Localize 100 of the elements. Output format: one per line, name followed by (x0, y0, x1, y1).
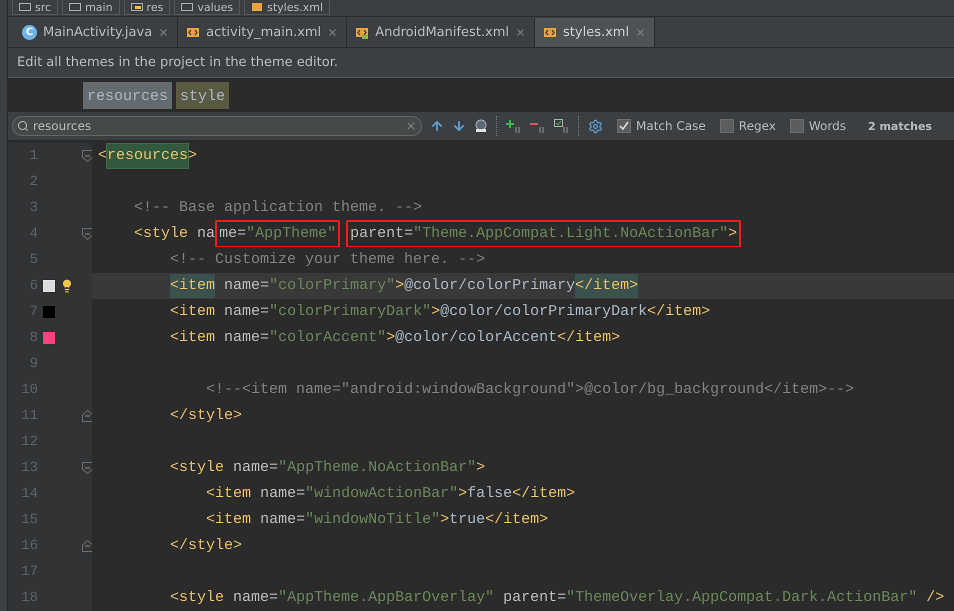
color-swatch[interactable] (43, 280, 55, 292)
code-token: "windowNoTitle" (305, 510, 440, 530)
settings-icon[interactable] (588, 118, 603, 134)
option-checkbox[interactable]: Match Case (617, 119, 706, 134)
class-icon: C (22, 24, 37, 40)
code-token: @color/colorPrimaryDark (440, 302, 648, 322)
checkbox[interactable] (720, 119, 734, 134)
code-token: me= (219, 224, 246, 244)
color-swatch[interactable] (43, 332, 55, 344)
code-token: true (449, 510, 486, 530)
option-checkbox[interactable]: Words (790, 119, 846, 134)
code-token: "colorAccent" (269, 328, 386, 348)
folder-icon (19, 2, 31, 12)
folder-icon (130, 2, 143, 12)
code-comment: <!--<item name="android:windowBackground">@color/bg_background</item>--> (206, 380, 854, 400)
code-token: </style> (170, 536, 242, 556)
code-token: > (188, 146, 198, 166)
breadcrumb-item[interactable]: main (62, 0, 120, 16)
code-token: "Theme.AppCompat.Light.NoActionBar" (413, 224, 728, 244)
option-label: Match Case (636, 119, 706, 134)
code-token: < (98, 146, 108, 166)
code-token: </item> (575, 274, 638, 298)
option-label: Words (808, 119, 846, 134)
code-token: name= (224, 302, 270, 322)
code-token: @color/colorAccent (395, 328, 558, 348)
code-token: <item (206, 484, 252, 504)
code-token: > (431, 302, 440, 322)
xml-file-icon (251, 2, 264, 12)
code-token: <item (170, 274, 216, 298)
code-token: "windowActionBar" (305, 484, 458, 504)
fold-marker-icon[interactable] (82, 410, 93, 422)
code-token: </item> (557, 328, 620, 348)
folder-icon (69, 2, 82, 12)
code-comment: <!-- Customize your theme here. --> (170, 250, 486, 270)
breadcrumb-item[interactable]: res (124, 0, 170, 16)
add-occurrence-icon[interactable] (506, 119, 522, 134)
code-token: <item (170, 302, 216, 322)
code-token: > (458, 484, 468, 504)
close-icon[interactable] (515, 26, 526, 38)
clear-icon[interactable] (405, 120, 417, 132)
code-token: false (467, 484, 512, 504)
close-icon[interactable] (635, 26, 646, 38)
lightbulb-icon[interactable] (60, 279, 74, 293)
checkbox[interactable] (617, 119, 631, 134)
code-token: parent= (503, 588, 566, 608)
xml-file-icon (355, 25, 370, 40)
close-icon[interactable] (327, 26, 338, 38)
code-token: name= (233, 588, 278, 608)
toggle-occurrence-icon[interactable] (554, 119, 570, 134)
code-token: parent= (350, 224, 414, 244)
code-token: </style> (170, 406, 242, 426)
close-icon[interactable] (158, 26, 170, 38)
code-token: > (386, 328, 396, 348)
option-checkbox[interactable]: Regex (720, 119, 776, 134)
option-label: Regex (738, 119, 776, 134)
fold-marker-icon[interactable] (82, 150, 93, 162)
code-token: <style (170, 458, 224, 478)
code-token: "colorPrimaryDark" (269, 302, 432, 322)
code-token: name= (233, 458, 278, 478)
code-token: resources (107, 144, 188, 168)
code-token: <item (206, 510, 252, 530)
code-token: na (197, 224, 216, 244)
xml-file-icon (543, 25, 558, 40)
code-token: <style (170, 588, 224, 608)
fold-marker-icon[interactable] (82, 462, 93, 474)
fold-marker-icon[interactable] (82, 540, 93, 552)
xml-file-icon (186, 25, 200, 40)
checkbox[interactable] (790, 119, 804, 134)
folder-icon (181, 2, 194, 12)
fold-marker-icon[interactable] (82, 228, 93, 240)
search-field[interactable]: resources (33, 119, 401, 134)
code-token: > (395, 276, 404, 296)
search-icon (17, 120, 29, 132)
match-count: 2 matches (868, 120, 932, 133)
editor-tab[interactable]: styles.xml (535, 18, 656, 47)
tag-path-item[interactable]: style (176, 82, 230, 109)
select-all-occurrences-icon[interactable] (474, 119, 488, 134)
code-token: <item (170, 328, 216, 348)
code-token: > (728, 224, 738, 244)
code-token: "AppTheme" (246, 224, 336, 244)
code-token: > (440, 510, 450, 530)
code-token: "ThemeOverlay.AppCompat.Dark.ActionBar" (566, 588, 918, 608)
code-token: name= (224, 276, 270, 296)
code-token: name= (260, 484, 306, 504)
code-token: <style (134, 224, 188, 244)
code-token: name= (224, 328, 270, 348)
color-swatch[interactable] (43, 306, 55, 318)
code-token: </item> (485, 510, 548, 530)
code-token: "AppTheme.NoActionBar" (278, 458, 476, 478)
code-token: > (476, 458, 486, 478)
code-token: "AppTheme.AppBarOverlay" (278, 588, 494, 608)
breadcrumb-item[interactable]: values (174, 0, 240, 16)
theme-editor-banner: Edit all themes in the project in the theme editor. (8, 48, 954, 78)
code-token: "colorPrimary" (269, 276, 396, 296)
breadcrumb-item[interactable]: src (12, 0, 58, 16)
code-comment: <!-- Base application theme. --> (134, 198, 422, 218)
breadcrumb-item[interactable]: styles.xml (244, 0, 330, 16)
search-box[interactable]: resources (12, 116, 422, 136)
code-token: /> (926, 588, 944, 608)
code-token: </item> (512, 484, 576, 504)
